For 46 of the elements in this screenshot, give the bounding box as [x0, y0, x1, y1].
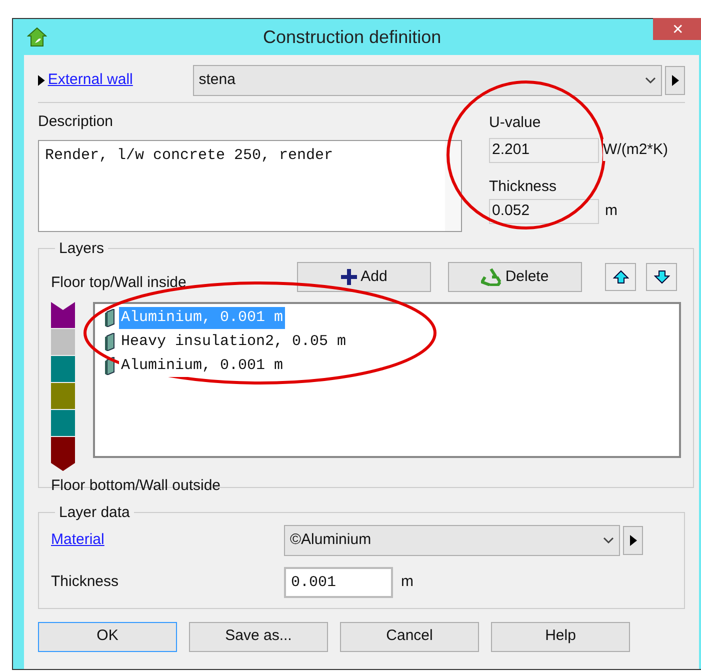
layer-thickness-label: Thickness [51, 572, 120, 592]
dialog-button[interactable]: OK [38, 622, 177, 652]
layer-thickness-input[interactable]: 0.001 [284, 567, 393, 598]
move-down-button[interactable] [646, 263, 677, 291]
close-button[interactable]: ✕ [653, 18, 701, 40]
top-label: Floor top/Wall inside [51, 272, 188, 293]
material-link[interactable]: Material [51, 528, 284, 552]
thickness-field: 0.052 [489, 199, 599, 224]
layers-title: Layers [58, 238, 106, 258]
layer-thickness-unit: m [401, 572, 414, 592]
layer-icon [105, 333, 115, 351]
type-link[interactable]: External wall [48, 69, 185, 92]
description-label: Description [38, 112, 114, 132]
add-button[interactable]: Add [297, 262, 431, 292]
construction-dropdown[interactable]: stena [192, 65, 662, 96]
thickness-unit: m [605, 201, 618, 222]
u-value-unit: W/(m2*K) [603, 138, 668, 162]
plus-icon [340, 269, 357, 285]
layer-data-title: Layer data [58, 502, 131, 522]
arrow-down-icon [654, 270, 670, 284]
expand-button[interactable] [665, 66, 686, 95]
expand-button[interactable] [623, 526, 643, 554]
arrow-up-icon [612, 270, 628, 284]
play-icon [672, 75, 679, 86]
u-value-field: 2.201 [489, 138, 599, 162]
dialog-button[interactable]: Save as... [189, 622, 328, 652]
chevron-down-icon [645, 77, 656, 84]
dialog-button[interactable]: Help [491, 622, 630, 652]
layer-icon [105, 357, 115, 375]
material-dropdown[interactable]: ©Aluminium [284, 524, 620, 556]
window-title: Construction definition [263, 26, 442, 48]
description-field[interactable]: Render, l/w concrete 250, render [38, 140, 462, 232]
caret-right-icon [38, 75, 45, 86]
u-value-label: U-value [489, 113, 542, 133]
house-icon [27, 27, 47, 47]
thickness-label: Thickness [489, 176, 558, 196]
delete-button[interactable]: Delete [448, 262, 582, 292]
description-text: Render, l/w concrete 250, render [44, 146, 334, 166]
layer-icon [105, 309, 115, 327]
move-up-button[interactable] [605, 263, 636, 291]
bottom-label: Floor bottom/Wall outside [51, 476, 222, 496]
dialog-button[interactable]: Cancel [340, 622, 479, 652]
dropdown-value: ©Aluminium [290, 530, 372, 550]
play-icon [630, 534, 636, 546]
chevron-down-icon [603, 536, 614, 544]
dropdown-value: stena [198, 70, 236, 90]
